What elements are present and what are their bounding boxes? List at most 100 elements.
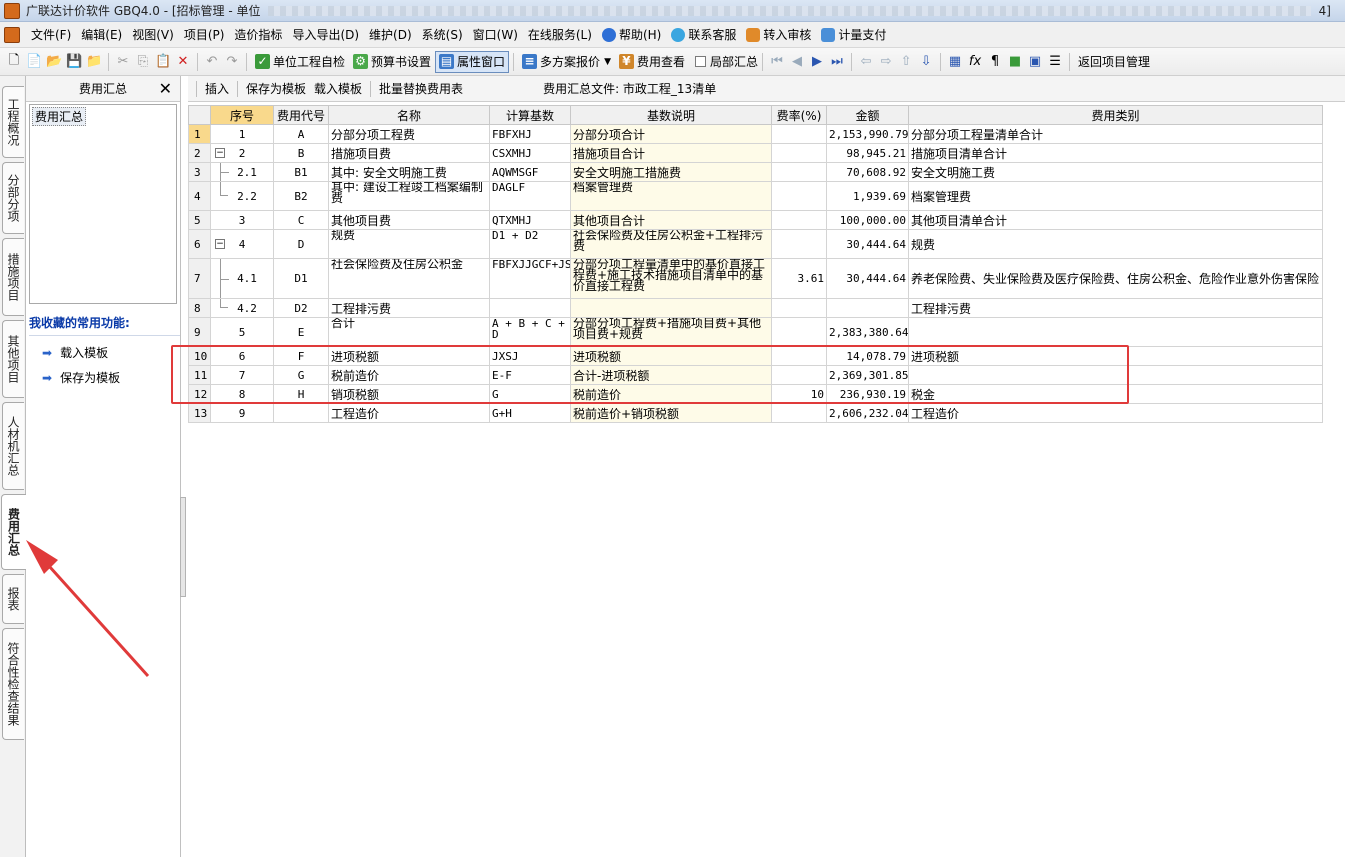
header-name[interactable]: 名称 [328,105,490,125]
name-cell[interactable]: 工程排污费 [328,298,490,318]
rate-cell[interactable] [771,210,827,230]
seq-cell[interactable]: −4 [210,229,274,259]
seq-cell[interactable]: 5 [210,317,274,347]
menu-transfer-audit[interactable]: 转入审核 [741,24,816,46]
favorite-save-template[interactable]: ➡ 保存为模板 [42,369,180,386]
seq-cell[interactable]: 1 [210,124,274,144]
desc-cell[interactable]: 合计-进项税额 [570,365,772,385]
header-amount[interactable]: 金额 [826,105,909,125]
seq-cell[interactable]: 2.2 [210,181,274,211]
amount-cell[interactable]: 100,000.00 [826,210,909,230]
desc-cell[interactable]: 安全文明施工措施费 [570,162,772,182]
desc-cell[interactable]: 档案管理费 [570,181,772,211]
row-number-cell[interactable]: 13 [188,403,211,423]
menu-customer-service[interactable]: 联系客服 [666,24,741,46]
menu-maintain[interactable]: 维护(D) [364,24,417,46]
save-all-icon[interactable]: 📁 [86,54,102,69]
code-cell[interactable]: H [273,384,329,404]
list-icon[interactable]: ☰ [1047,54,1063,69]
seq-cell[interactable]: 2.1 [210,162,274,182]
row-number-cell[interactable]: 6 [188,229,211,259]
name-cell[interactable]: 税前造价 [328,365,490,385]
table-row[interactable]: 13 9 工程造价 G+H 税前造价+销项税额 2,606,232.04 工程造价 [188,403,1323,423]
move-up-icon[interactable]: ⇧ [898,54,914,69]
amount-cell[interactable]: 1,939.69 [826,181,909,211]
category-cell[interactable]: 安全文明施工费 [908,162,1323,182]
report-icon[interactable]: ▣ [1027,54,1043,69]
tab-measures[interactable]: 措施项目 [2,238,24,316]
rate-cell[interactable] [771,365,827,385]
menu-online-service[interactable]: 在线服务(L) [523,24,597,46]
code-cell[interactable]: B1 [273,162,329,182]
rate-cell[interactable] [771,403,827,423]
row-number-cell[interactable]: 9 [188,317,211,347]
desc-cell[interactable]: 社会保险费及住房公积金+工程排污费 [570,229,772,259]
row-number-cell[interactable]: 1 [188,124,211,144]
category-cell[interactable]: 税金 [908,384,1323,404]
menu-file[interactable]: 文件(F) [26,24,76,46]
rate-cell[interactable]: 3.61 [771,258,827,299]
base-cell[interactable]: E-F [489,365,571,385]
row-number-cell[interactable]: 12 [188,384,211,404]
desc-cell[interactable]: 分部分项工程费+措施项目费+其他项目费+规费 [570,317,772,347]
desc-cell[interactable]: 其他项目合计 [570,210,772,230]
menu-cost-index[interactable]: 造价指标 [229,24,287,46]
paste-icon[interactable]: 📋 [155,54,171,69]
move-down-icon[interactable]: ⇩ [918,54,934,69]
rate-cell[interactable] [771,346,827,366]
seq-cell[interactable]: 3 [210,210,274,230]
table-row[interactable]: 7 4.1 D1社会保险费及住房公积金FBFXJJGCF+JSCSJJGCF分部分项… [188,258,1323,299]
seq-cell[interactable]: 4.1 [210,258,274,299]
collapse-icon[interactable]: − [215,239,225,249]
base-cell[interactable]: DAGLF [489,181,571,211]
category-cell[interactable]: 规费 [908,229,1323,259]
base-cell[interactable]: D1 + D2 [489,229,571,259]
amount-cell[interactable]: 2,369,301.85 [826,365,909,385]
code-cell[interactable]: B [273,143,329,163]
last-icon[interactable]: ⏭ [829,54,845,69]
save-template-button[interactable]: 保存为模板 [242,80,310,97]
collapse-icon[interactable]: − [215,148,225,158]
menu-measure-payment[interactable]: 计量支付 [816,24,891,46]
move-left-icon[interactable]: ⇦ [858,54,874,69]
name-cell[interactable]: 其中: 建设工程竣工档案编制费 [328,181,490,211]
tab-other-items[interactable]: 其他项目 [2,320,24,398]
table-row[interactable]: 3 2.1 B1 其中: 安全文明施工费 AQWMSGF 安全文明施工措施费 70,608.… [188,162,1323,182]
batch-replace-button[interactable]: 批量替换费用表 [375,80,467,97]
new-file-icon[interactable]: 🗋 [6,51,22,73]
menu-logo-icon[interactable] [4,26,20,43]
code-cell[interactable] [273,403,329,423]
tree-root-node[interactable]: 费用汇总 [32,107,87,126]
header-seq[interactable]: 序号 [210,105,274,125]
name-cell[interactable]: 销项税额 [328,384,490,404]
row-number-cell[interactable]: 11 [188,365,211,385]
rate-cell[interactable] [771,143,827,163]
favorite-load-template[interactable]: ➡ 载入模板 [42,344,180,361]
amount-cell[interactable] [826,298,909,318]
amount-cell[interactable]: 70,608.92 [826,162,909,182]
name-cell[interactable]: 分部分项工程费 [328,124,490,144]
table-row[interactable]: 12 8 H 销项税额 G 税前造价 10 236,930.19 税金 [188,384,1323,404]
code-cell[interactable]: B2 [273,181,329,211]
base-cell[interactable]: JXSJ [489,346,571,366]
undo-icon[interactable]: ↶ [204,54,220,69]
code-cell[interactable]: D2 [273,298,329,318]
first-icon[interactable]: ⏮ [769,54,785,69]
category-cell[interactable]: 档案管理费 [908,181,1323,211]
menu-project[interactable]: 项目(P) [179,24,230,46]
amount-cell[interactable]: 30,444.64 [826,229,909,259]
table-row[interactable]: 11 7 G 税前造价 E-F 合计-进项税额 2,369,301.85 [188,365,1323,385]
desc-cell[interactable]: 进项税额 [570,346,772,366]
seq-cell[interactable]: 4.2 [210,298,274,318]
move-right-icon[interactable]: ⇨ [878,54,894,69]
name-cell[interactable]: 其中: 安全文明施工费 [328,162,490,182]
property-window-button[interactable]: ▤ 属性窗口 [435,50,510,73]
row-number-cell[interactable]: 2 [188,143,211,163]
paragraph-icon[interactable]: ¶ [987,54,1003,69]
amount-cell[interactable]: 2,606,232.04 [826,403,909,423]
calculator-icon[interactable]: ▦ [947,54,963,69]
category-cell[interactable]: 措施项目清单合计 [908,143,1323,163]
code-cell[interactable]: E [273,317,329,347]
seq-cell[interactable]: 6 [210,346,274,366]
close-icon[interactable]: ✕ [159,79,172,98]
